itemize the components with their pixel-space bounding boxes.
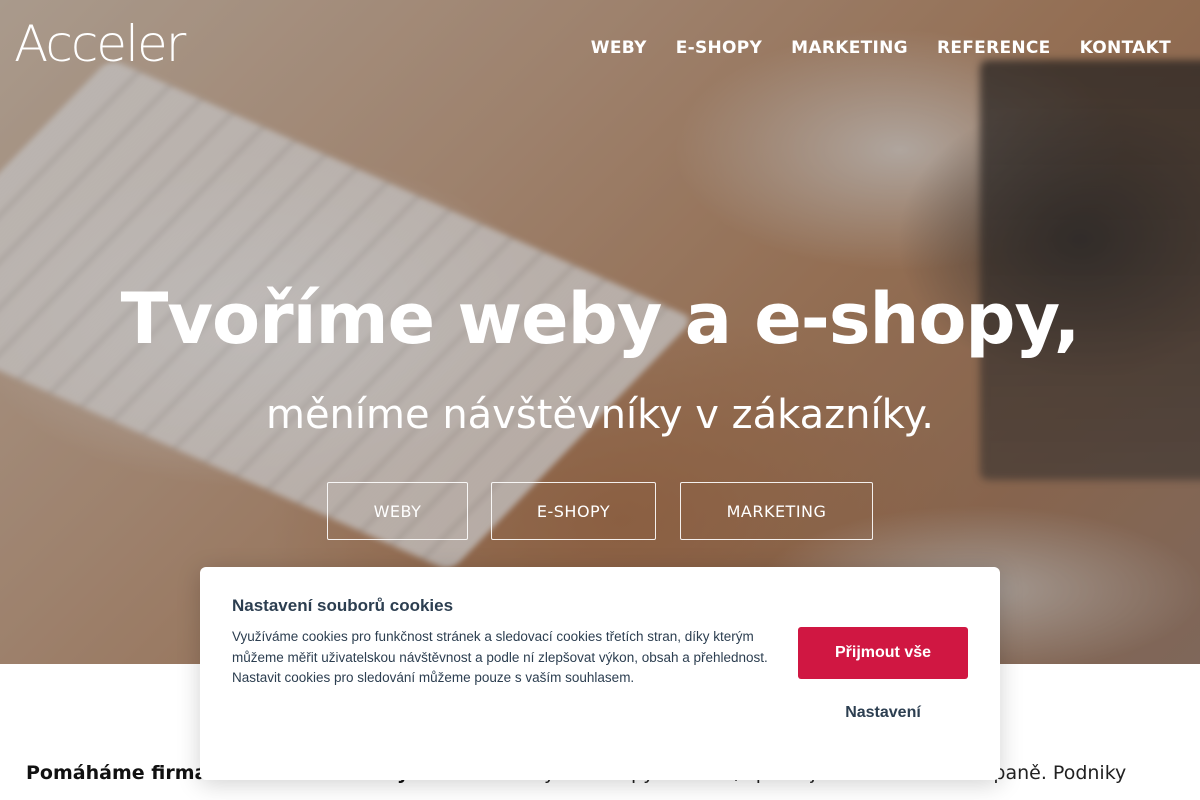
hero-section: Acceler WEBY E-SHOPY MARKETING REFERENCE…: [0, 0, 1200, 664]
cookie-settings-button[interactable]: Nastavení: [798, 693, 968, 733]
hero-subheadline: měníme návštěvníky v zákazníky.: [265, 392, 934, 438]
nav-item-reference[interactable]: REFERENCE: [937, 38, 1051, 58]
accept-all-button[interactable]: Přijmout vše: [798, 627, 968, 679]
nav-item-weby[interactable]: WEBY: [591, 38, 647, 58]
hero-marketing-button[interactable]: MARKETING: [680, 482, 873, 540]
hero-headline: Tvoříme weby a e-shopy,: [120, 278, 1081, 360]
cookie-banner-text: Využíváme cookies pro funkčnost stránek …: [232, 629, 768, 685]
nav-item-e-shopy[interactable]: E-SHOPY: [676, 38, 762, 58]
hero-weby-button[interactable]: WEBY: [327, 482, 468, 540]
main-nav: WEBY E-SHOPY MARKETING REFERENCE KONTAKT: [591, 38, 1171, 58]
cookie-banner-title: Nastavení souborů cookies: [232, 596, 454, 615]
cookie-banner: Nastavení souborů cookies Využíváme cook…: [200, 567, 1000, 780]
nav-item-kontakt[interactable]: KONTAKT: [1080, 38, 1171, 58]
logo[interactable]: Acceler: [14, 15, 186, 73]
logo-text: Acceler: [14, 15, 186, 73]
hero-e-shopy-button[interactable]: E-SHOPY: [491, 482, 656, 540]
nav-item-marketing[interactable]: MARKETING: [791, 38, 908, 58]
